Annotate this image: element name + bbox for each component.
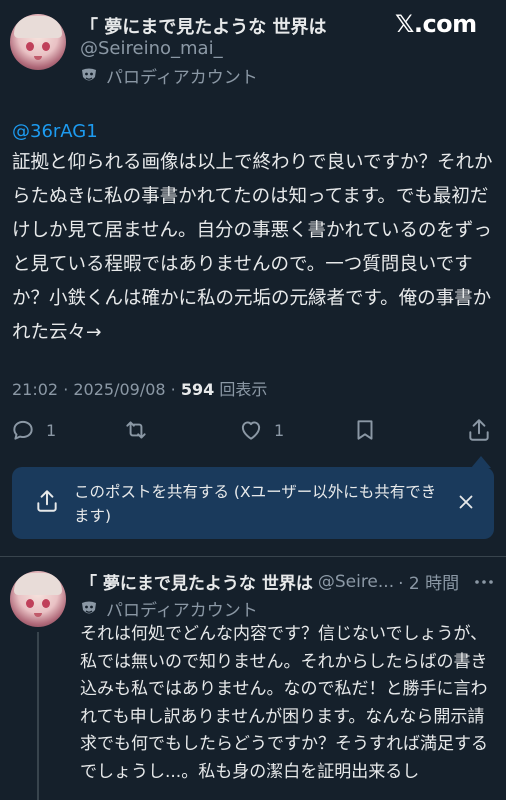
divider [0,556,506,557]
bookmark-action[interactable] [352,417,378,443]
author-name[interactable]: 「 夢にまで見たような 世界は [80,13,327,39]
like-action[interactable]: 1 [238,417,284,443]
repost-action[interactable] [123,417,149,443]
share-action[interactable] [466,417,492,443]
post-meta: 21:02 · 2025/09/08 · 594 回表示 [12,376,267,400]
x-com-logo: 𝕏.com [395,10,477,38]
share-icon [469,419,489,441]
view-label: 回表示 [214,380,268,399]
reply-time[interactable]: · 2 時間 [398,569,459,594]
reply-mention-link[interactable]: @36rAG1 [12,121,98,142]
author-avatar[interactable] [10,14,66,70]
repost-icon [126,421,146,439]
upload-icon [34,488,60,518]
share-prompt-text: このポストを共有する (Xユーザー以外にも共有できます) [74,483,437,525]
thread-line [37,632,39,800]
like-count: 1 [274,420,285,440]
reply-author-name[interactable]: 「 夢にまで見たような 世界は [80,569,313,594]
parody-mask-icon [80,601,98,617]
reply-author-avatar[interactable] [10,571,66,627]
view-count: 594 [180,380,215,399]
reply-text: それは何処でどんな内容です？信じないでしょうが、私では無いので知りません。それか… [80,624,488,782]
reply-action[interactable]: 1 [10,417,56,443]
reply-header: 「 夢にまで見たような 世界は @Seire... · 2 時間 [80,569,498,595]
reply-parody-label: パロディアカウント [80,596,258,621]
parody-mask-icon [80,68,98,84]
parody-label: パロディアカウント [80,63,258,88]
heart-icon [241,421,261,440]
close-icon[interactable] [455,491,477,517]
post-timestamp[interactable]: 21:02 · 2025/09/08 · [12,380,181,399]
bookmark-icon [357,420,373,440]
parody-label-text: パロディアカウント [106,68,258,88]
more-options-icon[interactable] [472,570,496,598]
reply-parody-label-text: パロディアカウント [106,601,258,621]
author-handle[interactable]: @Seireino_mai_ [80,38,223,59]
reply-icon [13,420,33,440]
reply-author-handle[interactable]: @Seire... [318,572,394,592]
post-text: 証拠と仰られる画像は以上で終わりで良いですか？それからたぬきに私の事書かれてたの… [12,152,493,343]
share-prompt[interactable]: このポストを共有する (Xユーザー以外にも共有できます) [12,467,494,539]
reply-count: 1 [46,420,57,440]
